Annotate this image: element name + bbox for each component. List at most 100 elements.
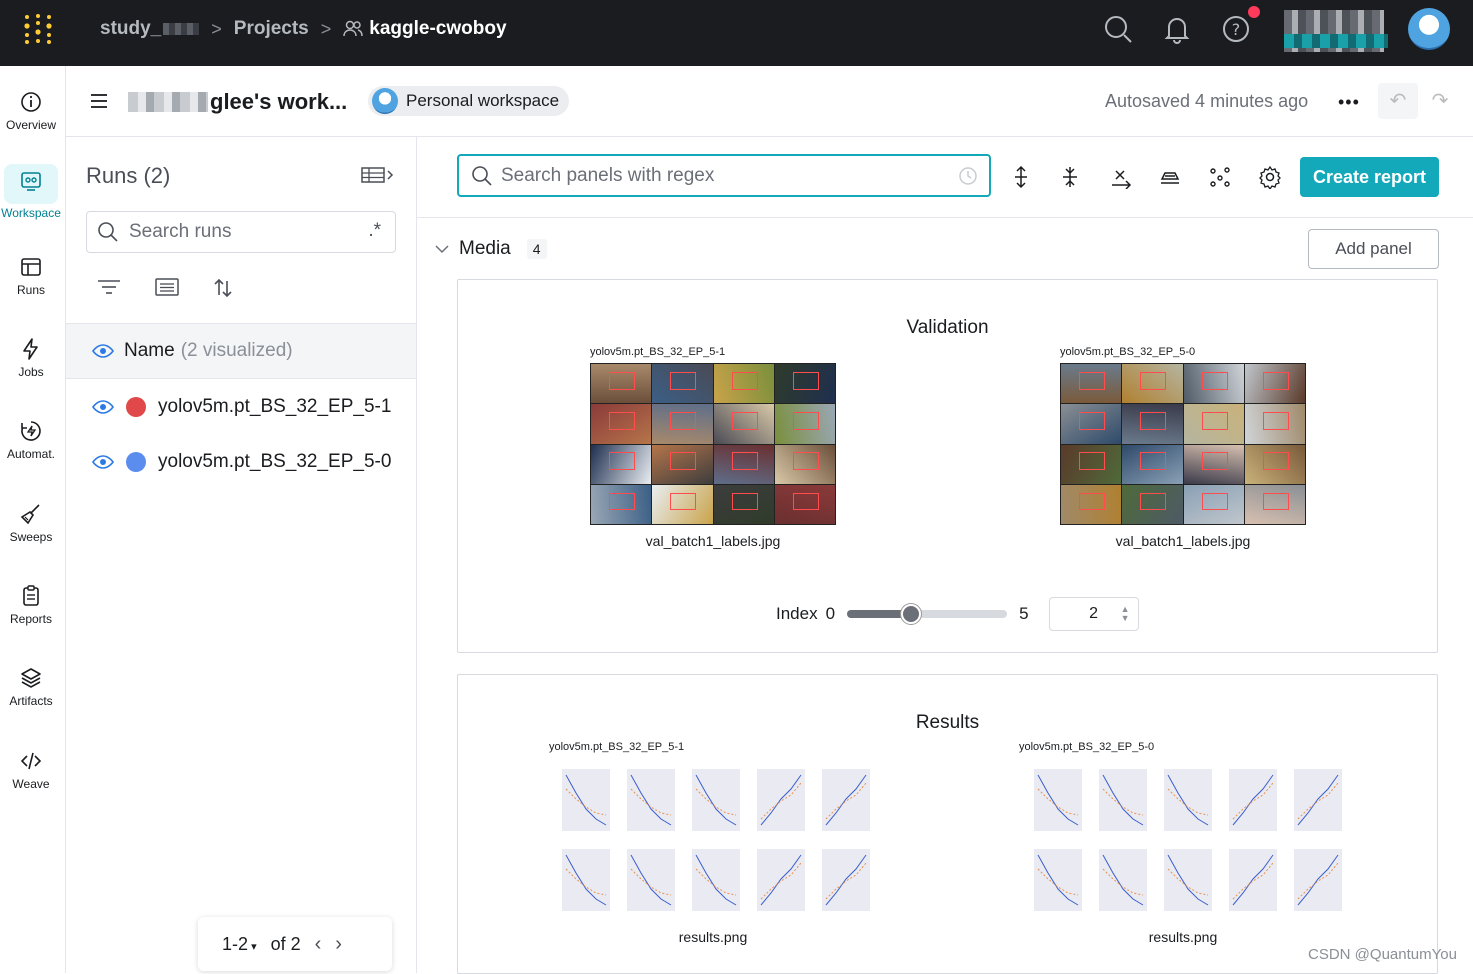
image-tile [713,444,774,484]
nav-sweeps[interactable]: Sweeps [0,502,62,544]
nav-artifacts[interactable]: Artifacts [0,666,62,708]
outliers-icon[interactable] [1208,165,1232,189]
group-icon[interactable] [154,277,180,297]
workspace-header: glee's work... Personal workspace Autosa… [66,66,1473,137]
image-tile [1183,364,1244,404]
result-subplot [1099,769,1147,831]
filter-icon[interactable] [96,277,122,297]
history-icon[interactable] [957,165,979,187]
search-runs-input[interactable]: Search runs .* [86,211,396,253]
expand-table-icon[interactable] [360,165,396,185]
breadcrumb-entity[interactable]: study_ [100,18,200,40]
settings-gear-icon[interactable] [1258,165,1282,189]
result-subplot [692,849,740,911]
result-subplot [562,769,610,831]
results-image-run-0[interactable] [1020,759,1350,919]
user-id-blurred [1284,34,1388,48]
search-icon[interactable] [1103,14,1133,44]
result-subplot [692,769,740,831]
image-caption: results.png [678,929,748,945]
validation-image-run-1[interactable] [590,363,836,525]
image-tile [774,484,835,524]
panel-title: Validation [906,317,989,338]
image-caption: val_batch1_labels.jpg [1115,533,1251,549]
nav-automations[interactable]: Automat. [0,419,62,461]
run-color-dot[interactable] [126,397,146,417]
run-row[interactable]: yolov5m.pt_BS_32_EP_5-0 [92,447,391,477]
create-report-button[interactable]: Create report [1300,157,1439,197]
more-options-icon[interactable]: ••• [1338,92,1360,113]
nav-weave[interactable]: Weave [0,749,62,791]
panel-search-input[interactable]: Search panels with regex [457,154,991,197]
chevron-right-icon: > [320,18,332,39]
nav-jobs[interactable]: Jobs [0,337,62,379]
runs-title: Runs (2) [86,163,171,188]
layers-icon [21,668,41,688]
result-subplot [1294,849,1342,911]
redo-icon[interactable]: ↷ [1420,83,1460,119]
result-subplot [1034,849,1082,911]
image-tile [1244,404,1305,444]
image-run-label: yolov5m.pt_BS_32_EP_5-1 [549,741,685,753]
results-image-run-1[interactable] [548,759,878,919]
expand-vertical-icon[interactable] [1009,165,1033,189]
chevron-down-icon[interactable] [435,244,449,254]
image-tile [1244,444,1305,484]
undo-icon[interactable]: ↶ [1378,83,1418,119]
image-caption: val_batch1_labels.jpg [645,533,781,549]
chevron-right-icon[interactable]: › [335,933,342,956]
index-control: Index 0 5 2 ▲ ▼ [776,597,1139,631]
add-panel-button[interactable]: Add panel [1308,229,1439,269]
badge-avatar [372,88,398,114]
eye-icon[interactable] [92,454,114,470]
run-row[interactable]: yolov5m.pt_BS_32_EP_5-1 [92,392,391,422]
breadcrumb-project[interactable]: kaggle-cwoboy [343,18,507,40]
chevron-right-icon: > [211,18,222,39]
panels-area: Search panels with regex Create report M… [417,137,1473,974]
nav-runs[interactable]: Runs [0,255,62,297]
chevron-left-icon[interactable]: ‹ [315,933,322,956]
nav-reports[interactable]: Reports [0,584,62,626]
info-icon [21,92,41,112]
collapse-vertical-icon[interactable] [1058,165,1082,189]
user-avatar[interactable] [1408,8,1450,50]
workspace-title[interactable]: glee's work... [128,89,347,115]
run-color-dot[interactable] [126,452,146,472]
help-icon[interactable]: ? [1221,14,1251,44]
wandb-logo-icon[interactable] [22,13,54,45]
runs-pagination: 1-2 ▾ of 2 ‹ › [198,917,392,971]
image-tile [713,364,774,404]
clipboard-icon [23,585,39,606]
index-stepper[interactable]: 2 ▲ ▼ [1048,597,1139,631]
section-header-media[interactable]: Media 4 [435,238,547,260]
sort-icon[interactable] [212,277,234,299]
breadcrumb-projects[interactable]: Projects [234,18,309,40]
validation-image-run-0[interactable] [1060,363,1306,525]
slider-handle[interactable] [901,604,922,624]
validation-panel[interactable]: Validation yolov5m.pt_BS_32_EP_5-1 val_b… [457,279,1438,653]
index-slider[interactable] [847,604,1008,624]
page-range-select[interactable]: 1-2 ▾ [222,934,257,955]
runs-toolbar [96,277,234,299]
result-subplot [757,769,805,831]
x-axis-icon[interactable] [1109,165,1133,189]
nav-workspace[interactable]: Workspace [0,164,62,220]
regex-toggle[interactable]: .* [368,220,381,242]
image-tile [1061,404,1122,444]
people-icon [343,20,364,37]
workspace-badge[interactable]: Personal workspace [368,86,570,116]
svg-text:?: ? [1232,20,1241,39]
bell-icon[interactable] [1162,14,1192,44]
runs-sidebar: Runs (2) Search runs .* Name (2 visualiz… [66,137,417,973]
eye-icon[interactable] [92,343,114,359]
hamburger-menu-icon[interactable] [90,93,108,109]
result-subplot [1099,849,1147,911]
image-tile [1244,364,1305,404]
results-panel[interactable]: Results yolov5m.pt_BS_32_EP_5-1 results.… [457,674,1438,974]
smoothing-icon[interactable] [1158,165,1182,189]
image-tile [591,404,652,444]
image-tile [713,404,774,444]
lightning-icon [23,338,38,360]
eye-icon[interactable] [92,399,114,415]
nav-overview[interactable]: Overview [0,90,62,132]
